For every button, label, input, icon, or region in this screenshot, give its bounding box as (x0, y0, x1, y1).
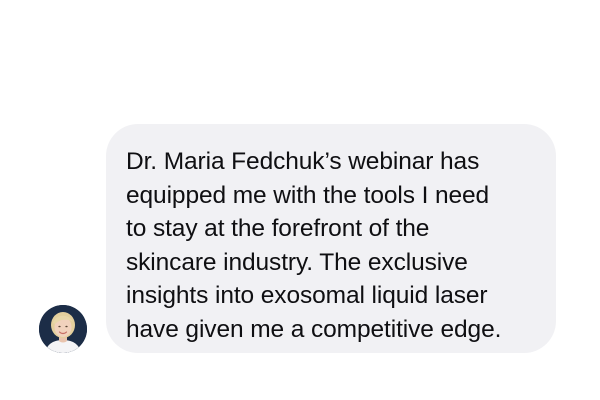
message-line: equipped me with the tools I need (126, 181, 490, 209)
chat-thread: Dr. Maria Fedchuk’s webinar has equipped… (0, 0, 600, 400)
message-bubble: Dr. Maria Fedchuk’s webinar has equipped… (106, 124, 556, 353)
message-text: Dr. Maria Fedchuk’s webinar has equipped… (126, 145, 546, 346)
message-line: Dr. Maria Fedchuk’s webinar has (126, 148, 480, 175)
avatar[interactable] (39, 305, 87, 353)
message-line: have given me a competitive edge. (126, 315, 502, 343)
message-line: insights into exosomal liquid laser (126, 282, 488, 309)
message-line: to stay at the forefront of the (126, 215, 430, 242)
message-line: skincare industry. The exclusive (126, 248, 468, 276)
user-avatar-photo-icon (39, 305, 87, 353)
